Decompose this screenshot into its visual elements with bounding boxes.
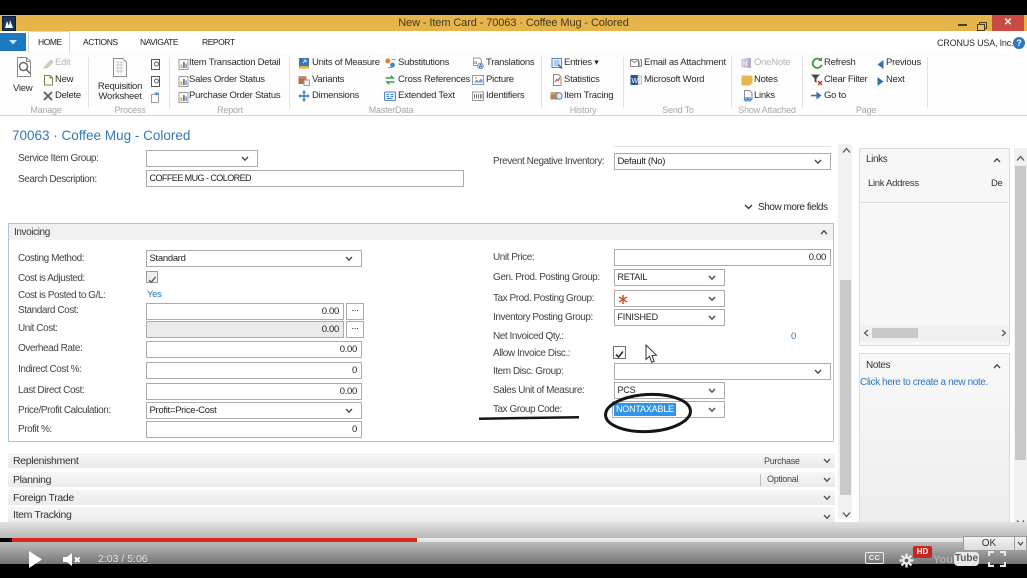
svg-text:N: N	[743, 61, 748, 68]
svg-text:W: W	[632, 77, 639, 84]
svg-text:A: A	[479, 64, 483, 69]
